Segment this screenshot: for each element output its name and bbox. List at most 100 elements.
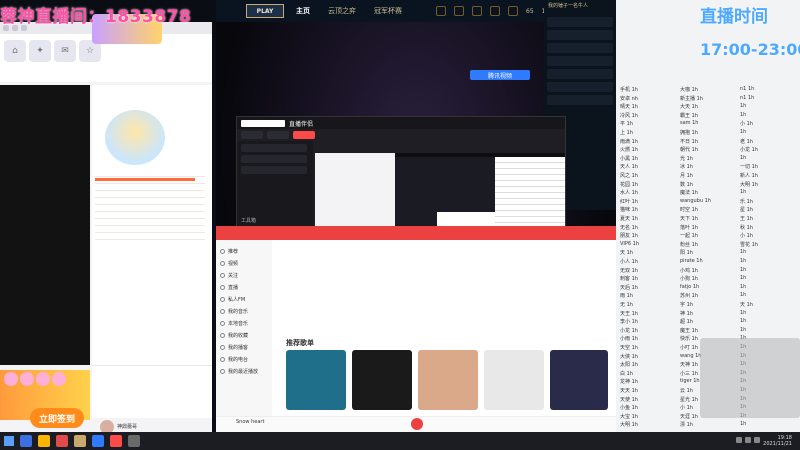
danmu-entry: 大明 1h xyxy=(620,422,638,429)
friend-entry[interactable] xyxy=(547,30,613,40)
danmu-entry: 手机 1h xyxy=(620,87,638,93)
friend-entry[interactable] xyxy=(547,69,613,79)
tab-tft[interactable]: 云顶之弈 xyxy=(322,6,362,16)
danmu-entry: 天王 1h xyxy=(620,310,638,317)
danmu-entry: 火燃 1h xyxy=(620,147,638,154)
badge-icon xyxy=(52,372,66,386)
sidebar-item[interactable]: 我的音乐 xyxy=(220,306,268,316)
shop-icon[interactable] xyxy=(436,6,446,16)
danmu-entry: 霸王 1h xyxy=(680,112,698,119)
collection-icon[interactable] xyxy=(454,6,464,16)
sidebar-item[interactable]: 我的收藏 xyxy=(220,330,268,340)
circle-icon xyxy=(220,320,225,326)
ime-icon[interactable] xyxy=(754,437,760,443)
danmu-entry: wang 1h xyxy=(680,352,702,359)
taskbar-app-icon[interactable] xyxy=(74,435,86,447)
playlist-card[interactable] xyxy=(550,350,608,410)
tab-source[interactable] xyxy=(267,131,289,139)
danmu-entry: 漂 1h xyxy=(680,422,693,429)
danmu-entry: 新主播 1h xyxy=(680,95,703,102)
scene-item[interactable] xyxy=(241,144,307,152)
badge-icon xyxy=(36,372,50,386)
taskbar-app-icon[interactable] xyxy=(56,435,68,447)
circle-icon xyxy=(220,356,225,362)
playlist-card[interactable] xyxy=(484,350,544,410)
home-icon[interactable]: ⌂ xyxy=(4,40,26,62)
danmu-entry: pirate 1h xyxy=(680,258,703,264)
tab-scene[interactable] xyxy=(241,131,263,139)
clock[interactable]: 19:18 2021/11/21 xyxy=(763,435,792,447)
danmu-entry: 1h xyxy=(740,292,747,299)
live-video[interactable] xyxy=(0,85,90,365)
profile-icon[interactable] xyxy=(508,6,518,16)
danmu-entry: 天涯 1h xyxy=(680,413,698,420)
windows-start-icon[interactable] xyxy=(4,436,14,446)
danmu-entry: 朝代 1h xyxy=(680,147,698,154)
danmu-entry: 1h xyxy=(740,309,747,316)
playlist-card[interactable] xyxy=(352,350,412,410)
sidebar-item-label: 私人FM xyxy=(228,296,246,303)
tab-live[interactable] xyxy=(293,131,315,139)
sidebar-item[interactable]: 我的播客 xyxy=(220,342,268,352)
danmu-entry: 白 1h xyxy=(620,370,633,377)
danmu-entry: 安卓 nh xyxy=(620,95,638,102)
tab-champions-cup[interactable]: 冠军杯赛 xyxy=(368,6,408,16)
sidebar-item[interactable]: 我的电台 xyxy=(220,354,268,364)
friend-entry[interactable] xyxy=(547,17,613,27)
friend-entry[interactable] xyxy=(547,95,613,105)
playlist-card[interactable] xyxy=(286,350,346,410)
danmu-entry: 小 1h xyxy=(740,233,753,240)
danmu-entry: 超 1h xyxy=(680,319,693,326)
taskbar-app-icon[interactable] xyxy=(20,435,32,447)
sidebar-item[interactable]: 视频 xyxy=(220,258,268,268)
sidebar-item[interactable]: 直播 xyxy=(220,282,268,292)
scene-item[interactable] xyxy=(241,166,307,174)
network-icon[interactable] xyxy=(736,437,742,443)
danmu-entry: 1h xyxy=(740,129,747,135)
danmu-entry: 云 1h xyxy=(680,388,693,394)
playlist-card[interactable] xyxy=(418,350,478,410)
tab-home[interactable]: 主页 xyxy=(290,6,316,16)
inventory-icon[interactable] xyxy=(490,6,500,16)
play-icon[interactable] xyxy=(411,418,423,430)
danmu-entry: fatjo 1h xyxy=(680,283,700,290)
danmu-entry: 1h xyxy=(740,111,747,118)
danmu-entry: 无 1h xyxy=(620,302,633,308)
sidebar-item-label: 我的播客 xyxy=(228,344,249,351)
danmu-entry: 魔王 1h xyxy=(680,327,698,334)
sidebar-item[interactable]: 推荐 xyxy=(220,246,268,256)
taskbar-app-icon[interactable] xyxy=(128,435,140,447)
danmu-entry: 时空 1h xyxy=(680,207,698,214)
danmu-entry: 猫咪 1h xyxy=(620,207,638,214)
play-button[interactable]: PLAY xyxy=(246,4,284,18)
sidebar-item[interactable]: 私人FM xyxy=(220,294,268,304)
circle-icon xyxy=(220,344,225,350)
stream-tool-name: 直播伴侣 xyxy=(289,120,314,128)
gift-icon[interactable]: ✦ xyxy=(29,40,51,62)
danmu-entry: 1h xyxy=(740,249,747,256)
message-icon[interactable]: ✉ xyxy=(54,40,76,62)
friend-entry[interactable] xyxy=(547,43,613,53)
taskbar-app-icon[interactable] xyxy=(92,435,104,447)
friend-entry[interactable] xyxy=(547,82,613,92)
circle-icon xyxy=(220,248,225,254)
volume-icon[interactable] xyxy=(745,437,751,443)
danmu-entry: 上 1h xyxy=(620,130,633,136)
sidebar-item[interactable]: 本地音乐 xyxy=(220,318,268,328)
friend-entry[interactable] xyxy=(547,56,613,66)
loot-icon[interactable] xyxy=(472,6,482,16)
danmu-entry: 冰 1h xyxy=(680,164,693,171)
announcement-highlight xyxy=(95,178,195,181)
danmu-entry: 1h xyxy=(740,154,747,161)
sidebar-item-label: 我的电台 xyxy=(228,356,249,363)
sidebar-item[interactable]: 我的最近播放 xyxy=(220,366,268,376)
taskbar-app-icon[interactable] xyxy=(110,435,122,447)
danmu-entry: tiger 1h xyxy=(680,378,700,385)
taskbar-app-icon[interactable] xyxy=(38,435,50,447)
scene-item[interactable] xyxy=(241,155,307,163)
checkin-button[interactable]: 立即签到 xyxy=(30,408,84,428)
danmu-entry: 天人 1h xyxy=(620,164,638,171)
sidebar-item-label: 我的音乐 xyxy=(228,308,249,315)
badge-icon xyxy=(4,372,18,386)
sidebar-item[interactable]: 关注 xyxy=(220,270,268,280)
